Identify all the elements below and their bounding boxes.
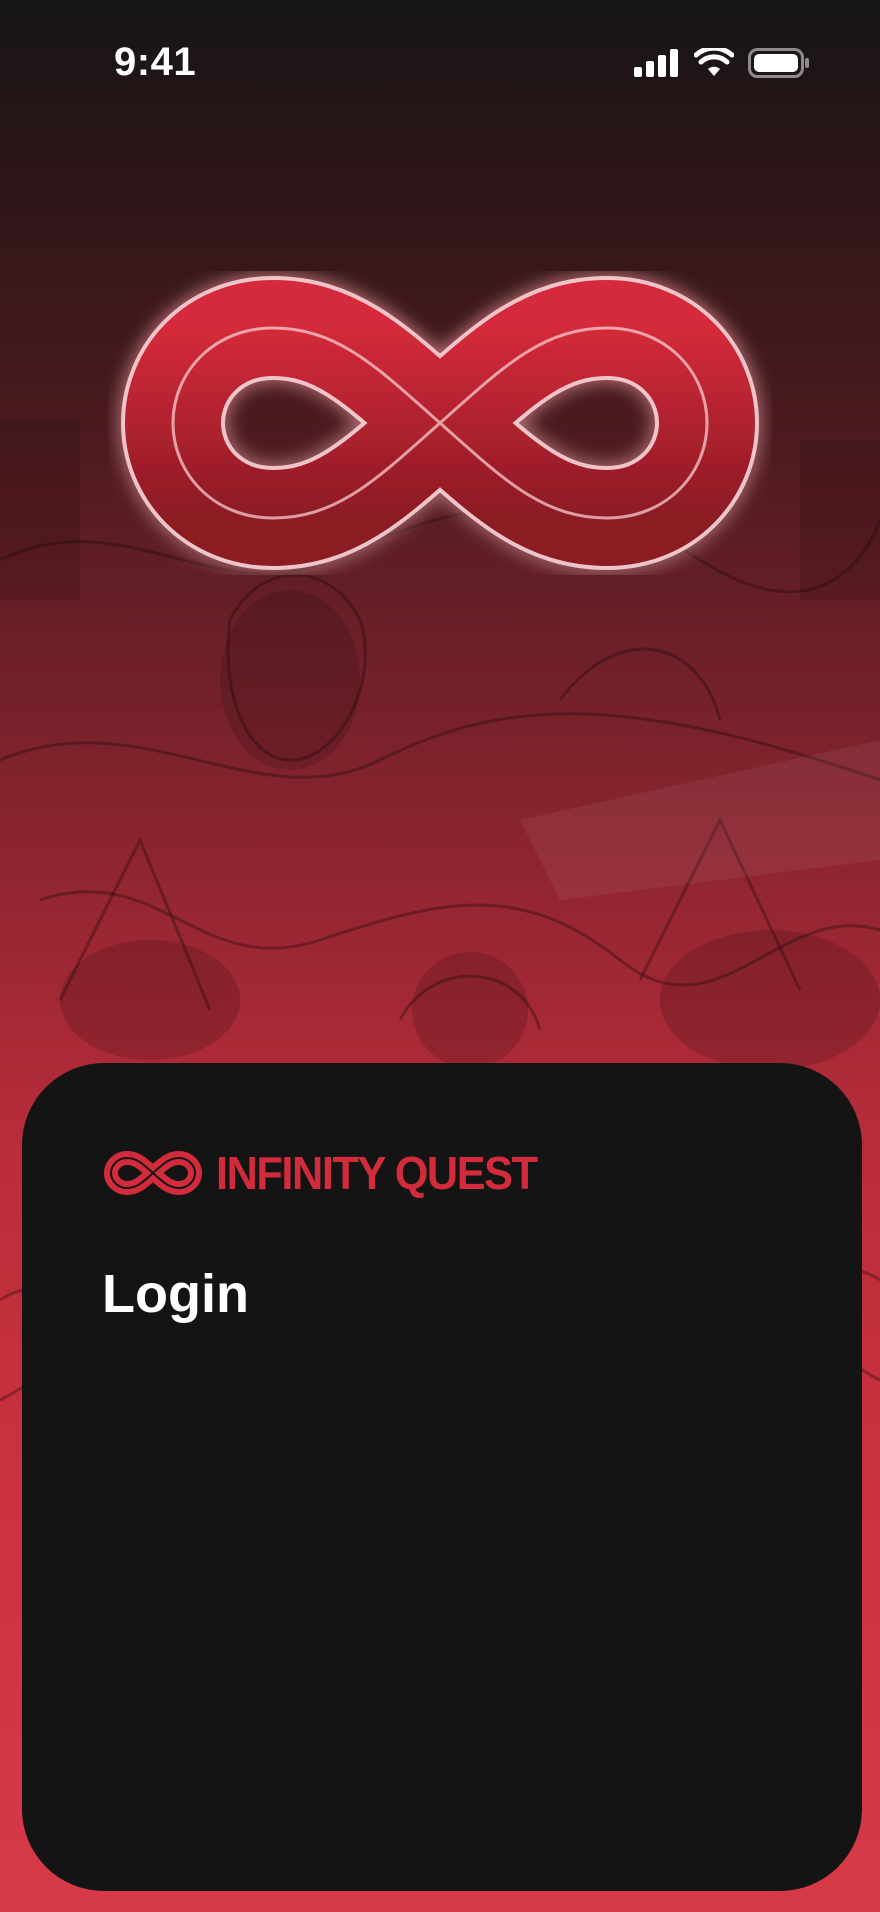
status-time: 9:41 bbox=[114, 40, 197, 84]
login-title: Login bbox=[102, 1264, 249, 1324]
login-screen: 9:41 INFINITY QUEST Login Username bbox=[0, 0, 880, 1912]
login-card: INFINITY QUEST Login bbox=[22, 1063, 862, 1891]
brand-name: INFINITY QUEST bbox=[216, 1147, 538, 1199]
status-icons bbox=[634, 45, 810, 83]
wifi-icon bbox=[693, 45, 735, 83]
cellular-signal-icon bbox=[634, 48, 680, 82]
battery-icon bbox=[748, 47, 810, 83]
infinity-logo-icon bbox=[121, 276, 759, 570]
brand-header: INFINITY QUEST bbox=[100, 1143, 557, 1203]
status-bar: 9:41 bbox=[0, 0, 880, 130]
infinity-icon bbox=[104, 1151, 202, 1195]
